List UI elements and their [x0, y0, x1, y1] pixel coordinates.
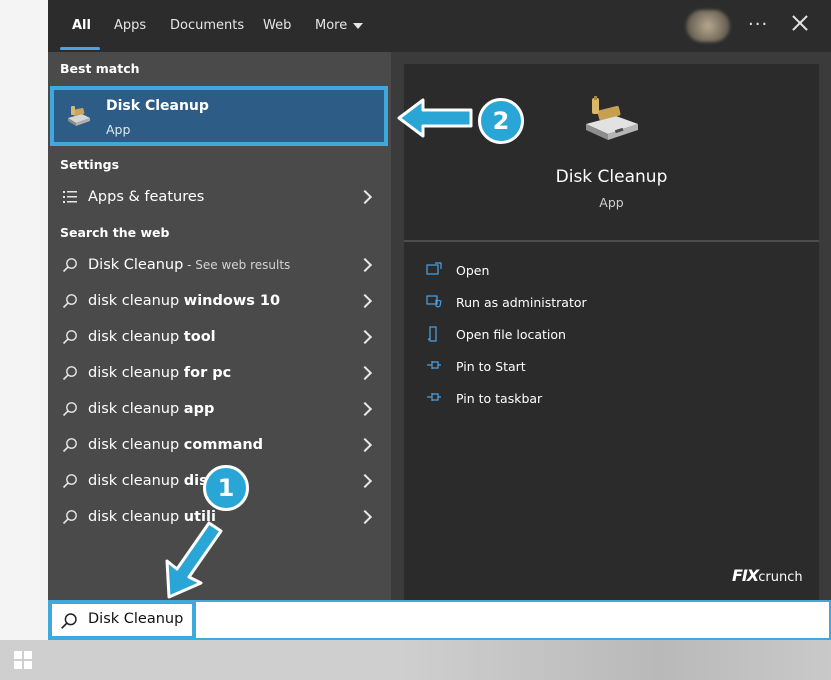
web-result-bold: tool [183, 329, 216, 345]
pin-icon [427, 361, 441, 369]
close-icon[interactable] [792, 15, 808, 31]
web-result-prefix: disk cleanup [88, 329, 184, 345]
web-result-item[interactable]: disk cleanup windows 10 [48, 284, 391, 320]
web-result-prefix: disk cleanup [88, 473, 184, 489]
tab-more-label: More [315, 18, 348, 33]
start-search-panel: All Apps Documents Web More ··· Best mat… [48, 0, 831, 600]
action-label: Open file location [456, 327, 566, 342]
tab-more[interactable]: More [315, 18, 364, 33]
annotation-arrow-down-left [165, 521, 223, 599]
chevron-right-icon [357, 401, 373, 417]
watermark-fx: FIX [732, 566, 759, 585]
web-result-label: disk cleanup app [88, 401, 214, 417]
disk-cleanup-icon [68, 106, 90, 126]
action-run-as-admin[interactable]: Run as administrator [426, 291, 726, 315]
step-badge-1: 1 [203, 465, 249, 511]
watermark-rest: crunch [758, 570, 803, 585]
chevron-right-icon [357, 473, 373, 489]
settings-item-label: Apps & features [88, 189, 205, 205]
web-result-label: disk cleanup tool [88, 329, 216, 345]
best-match-subtitle: App [106, 122, 131, 137]
chevron-right-icon [357, 189, 373, 205]
search-icon [62, 294, 77, 309]
tab-all[interactable]: All [72, 18, 91, 33]
web-result-text: Disk Cleanup [88, 257, 184, 273]
chevron-right-icon [357, 365, 373, 381]
search-icon [62, 366, 77, 381]
action-label: Run as administrator [456, 295, 587, 310]
search-icon [62, 510, 77, 525]
best-match-heading: Best match [60, 61, 140, 76]
search-icon [62, 402, 77, 417]
search-icon [62, 474, 77, 489]
annotation-arrow-left [397, 98, 473, 138]
best-match-item[interactable]: Disk Cleanup App [50, 86, 388, 146]
chevron-right-icon [357, 293, 373, 309]
action-label: Pin to Start [456, 359, 526, 374]
search-filter-bar: All Apps Documents Web More ··· [48, 0, 831, 52]
web-result-prefix: disk cleanup [88, 293, 184, 309]
desktop-background [0, 0, 48, 640]
web-result-hint: - See web results [183, 258, 291, 272]
chevron-right-icon [357, 509, 373, 525]
web-result-prefix: disk cleanup [88, 365, 184, 381]
chevron-right-icon [357, 329, 373, 345]
web-result-item[interactable]: Disk Cleanup - See web results [48, 248, 391, 284]
settings-item-apps-features[interactable]: Apps & features [48, 180, 391, 216]
web-result-item[interactable]: disk cleanup for pc [48, 356, 391, 392]
action-label: Pin to taskbar [456, 391, 543, 406]
shield-icon [426, 295, 442, 308]
caret-down-icon [353, 22, 364, 29]
web-result-bold: command [183, 437, 264, 453]
search-icon [61, 613, 77, 629]
web-result-item[interactable]: disk cleanup tool [48, 320, 391, 356]
step-badge-2: 2 [478, 98, 524, 144]
web-result-label: disk cleanup for pc [88, 365, 231, 381]
web-result-item[interactable]: disk cleanup command [48, 428, 391, 464]
watermark-logo: FIXcrunch [732, 566, 803, 585]
settings-heading: Settings [60, 157, 120, 172]
search-icon [62, 258, 77, 273]
list-icon [63, 191, 77, 203]
action-open-file-location[interactable]: Open file location [426, 323, 726, 347]
avatar[interactable] [686, 10, 730, 42]
action-open[interactable]: Open [426, 259, 726, 283]
action-label: Open [456, 263, 490, 278]
divider [404, 240, 819, 242]
tab-documents[interactable]: Documents [170, 18, 244, 33]
web-result-label: Disk Cleanup - See web results [88, 257, 290, 273]
web-result-bold: app [183, 401, 215, 417]
web-result-bold: windows 10 [183, 293, 281, 309]
web-result-bold: for pc [183, 365, 232, 381]
chevron-right-icon [357, 257, 373, 273]
more-options-icon[interactable]: ··· [748, 14, 768, 35]
windows-start-icon[interactable] [14, 651, 32, 669]
search-icon [62, 438, 77, 453]
action-pin-to-start[interactable]: Pin to Start [426, 355, 726, 379]
file-location-icon [427, 326, 437, 342]
tab-apps[interactable]: Apps [114, 18, 146, 33]
chevron-right-icon [357, 437, 373, 453]
web-result-prefix: disk cleanup [88, 437, 184, 453]
active-tab-indicator [60, 47, 100, 50]
action-pin-to-taskbar[interactable]: Pin to taskbar [426, 387, 726, 411]
search-web-heading: Search the web [60, 225, 170, 240]
preview-subtitle: App [599, 195, 624, 210]
open-icon [426, 262, 442, 275]
pin-icon [427, 393, 441, 401]
taskbar-background [400, 640, 831, 680]
best-match-title: Disk Cleanup [106, 98, 209, 114]
web-result-label: disk cleanup windows 10 [88, 293, 280, 309]
web-result-prefix: disk cleanup [88, 401, 184, 417]
disk-cleanup-large-icon [586, 96, 638, 140]
search-input[interactable]: Disk Cleanup [88, 611, 183, 627]
preview-pane: Disk Cleanup App Open Run as administrat… [404, 64, 819, 600]
preview-title: Disk Cleanup [555, 167, 668, 187]
search-icon [62, 330, 77, 345]
web-result-label: disk cleanup disk [88, 473, 217, 489]
tab-web[interactable]: Web [263, 18, 291, 33]
web-result-label: disk cleanup command [88, 437, 263, 453]
web-result-item[interactable]: disk cleanup app [48, 392, 391, 428]
